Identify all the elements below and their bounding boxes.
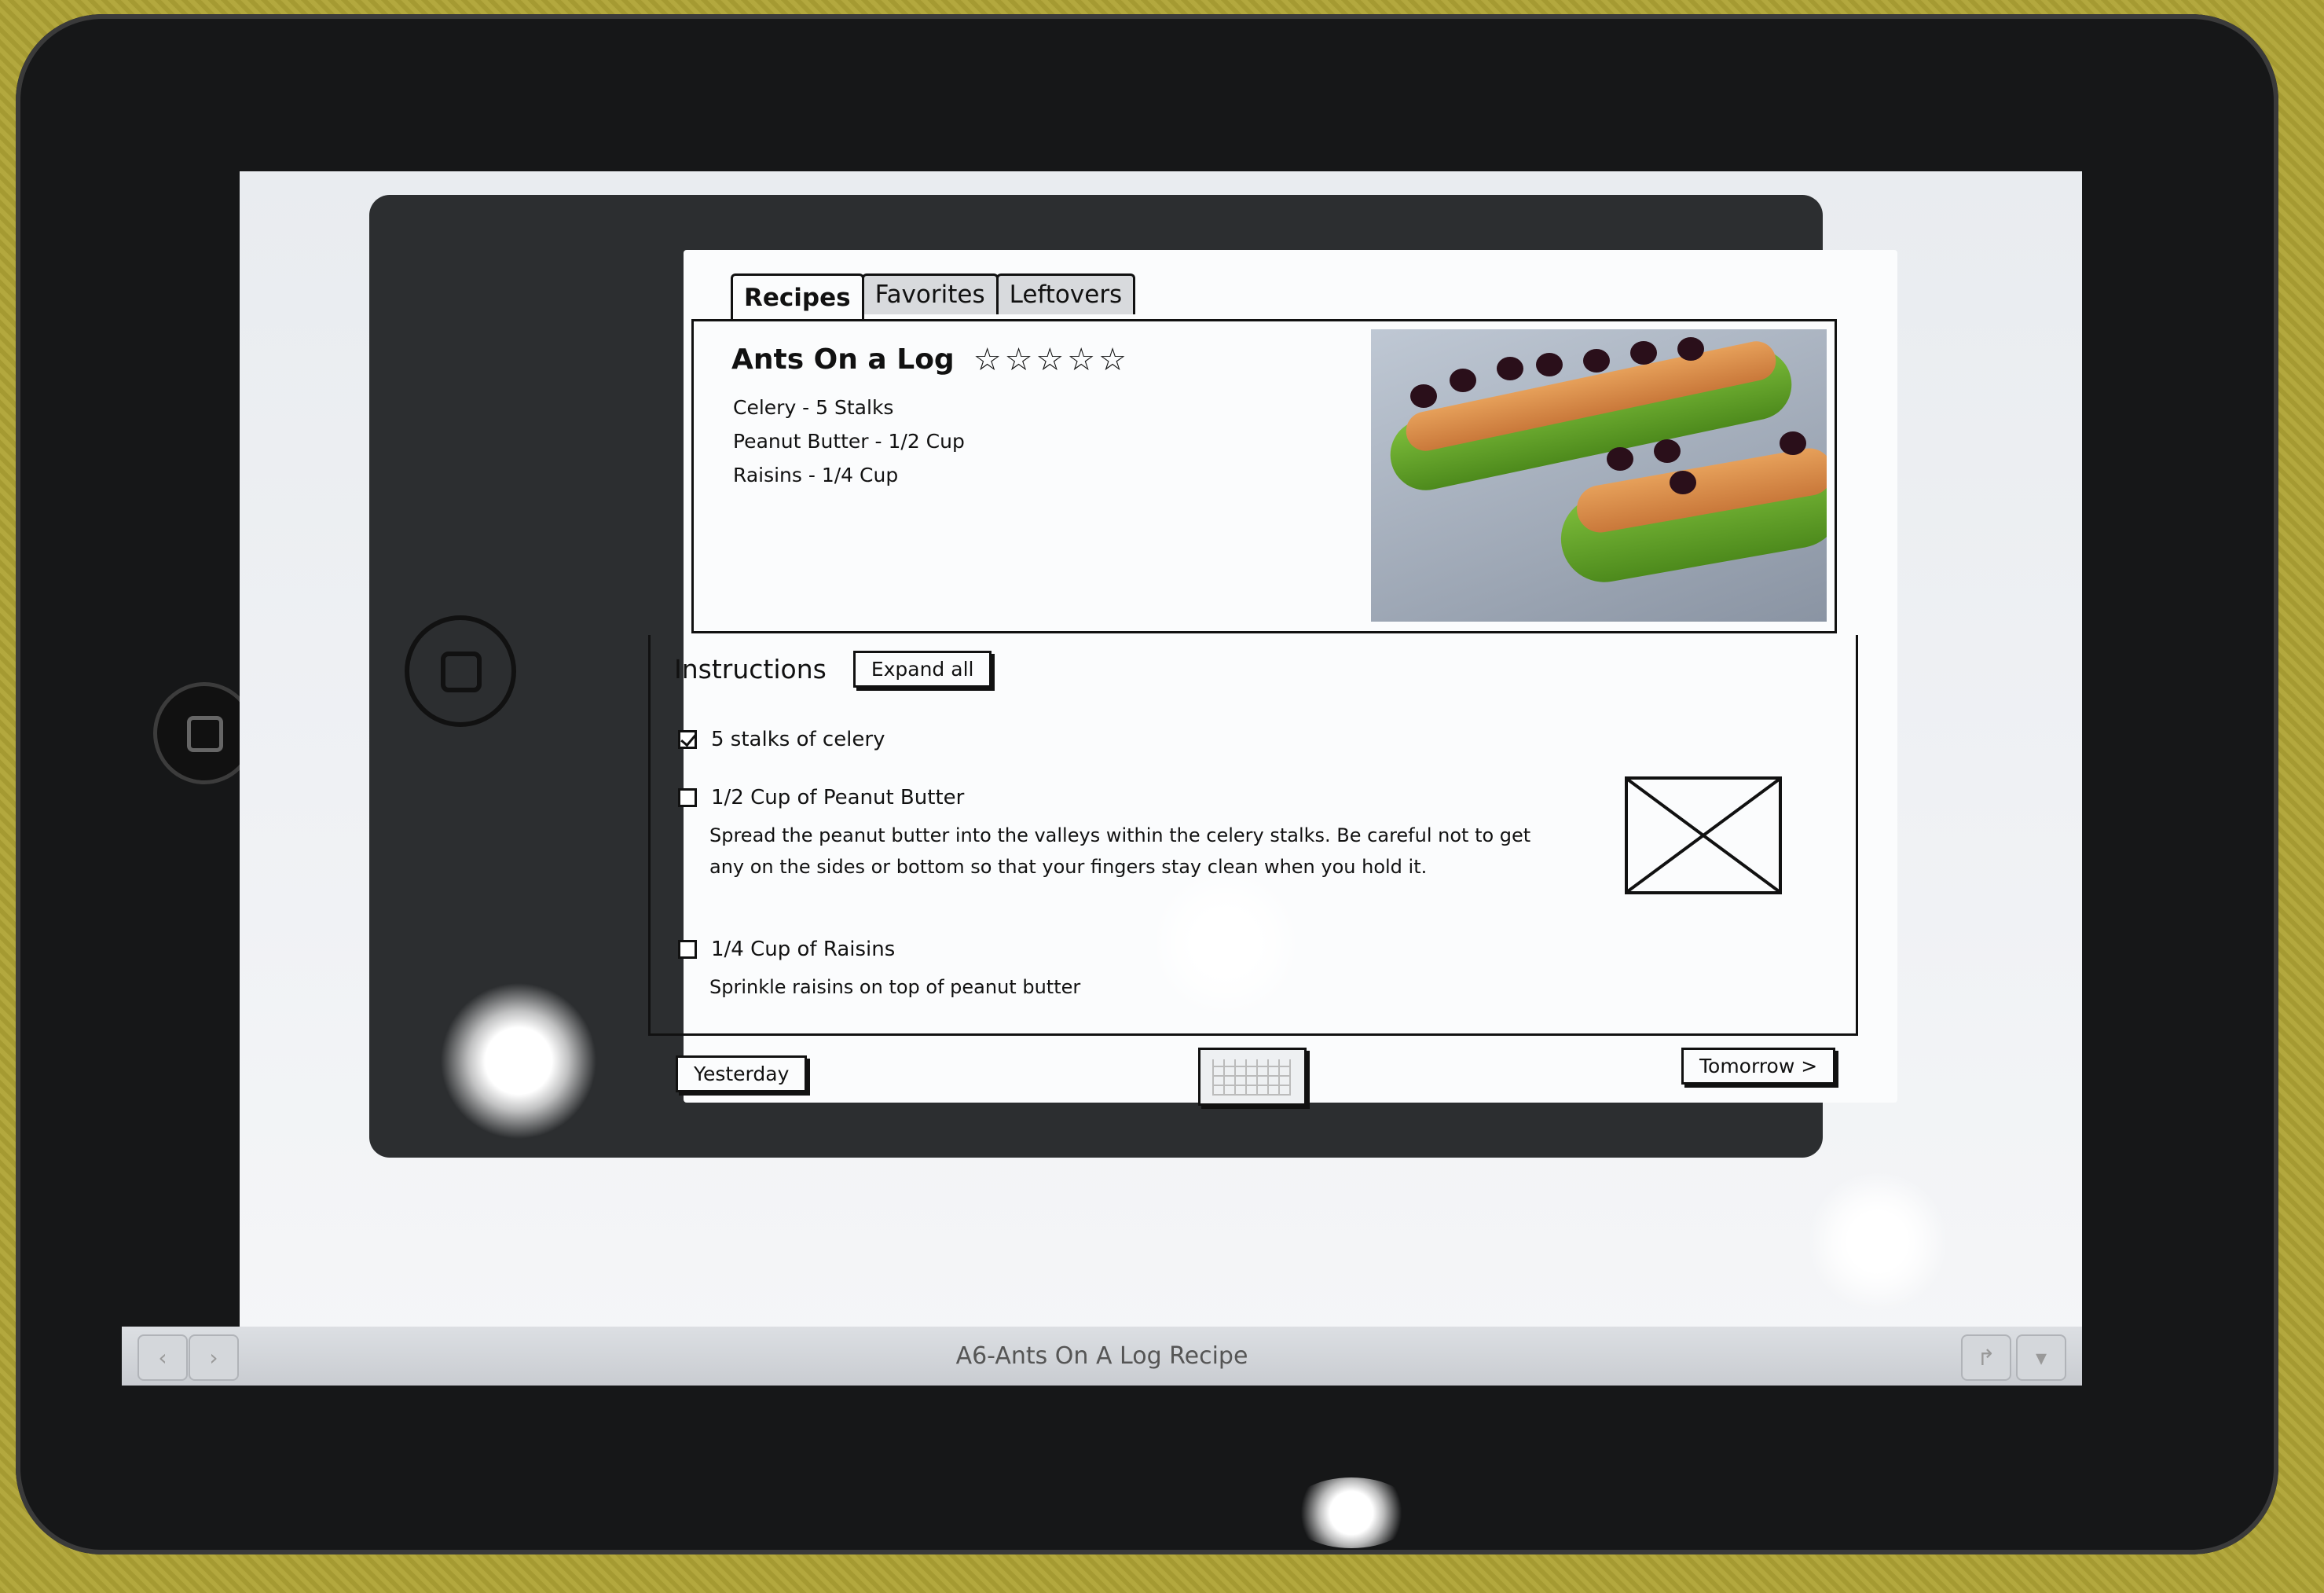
tab-favorites[interactable]: Favorites — [861, 273, 999, 314]
step-1: 5 stalks of celery — [678, 728, 885, 751]
ingredient-item: Raisins - 1/4 Cup — [733, 464, 899, 486]
calendar-icon — [1212, 1059, 1291, 1096]
recipe-panel: Ants On a Log ☆ ☆ ☆ ☆ ☆ Celery - 5 Stalk… — [691, 319, 1837, 633]
forward-arrow-icon[interactable]: › — [189, 1334, 239, 1381]
tablet-device: Recipes Favorites Leftovers Ants On a Lo… — [16, 14, 2278, 1554]
step-1-title: 5 stalks of celery — [711, 728, 885, 751]
star-icon[interactable]: ☆ — [1005, 344, 1033, 376]
instructions-header: Instructions Expand all — [674, 651, 992, 688]
home-square-icon — [187, 716, 223, 752]
step-3-checkbox[interactable] — [678, 940, 697, 959]
back-arrow-icon[interactable]: ‹ — [137, 1334, 188, 1381]
step-3: 1/4 Cup of Raisins — [678, 938, 895, 961]
share-icon[interactable]: ↱ — [1961, 1334, 2011, 1381]
step-2-checkbox[interactable] — [678, 788, 697, 807]
mockup-device-frame: Recipes Favorites Leftovers Ants On a Lo… — [369, 195, 1897, 1158]
ingredient-list: Celery - 5 Stalks Peanut Butter - 1/2 Cu… — [733, 396, 965, 497]
image-placeholder — [1625, 776, 1782, 894]
instructions-label: Instructions — [674, 654, 827, 685]
tab-recipes[interactable]: Recipes — [731, 273, 864, 321]
star-icon[interactable]: ☆ — [973, 344, 1002, 376]
presentation-title: A6-Ants On A Log Recipe — [955, 1342, 1248, 1370]
tablet-screen: Recipes Favorites Leftovers Ants On a Lo… — [122, 171, 2082, 1386]
tomorrow-button[interactable]: Tomorrow > — [1681, 1048, 1836, 1085]
step-2-title: 1/2 Cup of Peanut Butter — [711, 786, 965, 809]
screen-glare — [1288, 1477, 1414, 1548]
star-icon[interactable]: ☆ — [1098, 344, 1127, 376]
dropdown-icon[interactable]: ▾ — [2016, 1334, 2066, 1381]
ingredient-item: Peanut Butter - 1/2 Cup — [733, 430, 965, 453]
yesterday-button[interactable]: Yesterday — [676, 1055, 808, 1092]
step-3-title: 1/4 Cup of Raisins — [711, 938, 896, 961]
mockup-home-icon — [405, 615, 516, 727]
rating-stars[interactable]: ☆ ☆ ☆ ☆ ☆ — [973, 344, 1130, 376]
bottom-toolbar: ‹ › A6-Ants On A Log Recipe ↱ ▾ — [122, 1327, 2082, 1386]
screen-glare — [1147, 872, 1304, 1014]
star-icon[interactable]: ☆ — [1067, 344, 1095, 376]
recipe-title: Ants On a Log — [731, 343, 955, 376]
star-icon[interactable]: ☆ — [1036, 344, 1064, 376]
recipe-header: Ants On a Log ☆ ☆ ☆ ☆ ☆ — [731, 343, 1130, 376]
tab-leftovers[interactable]: Leftovers — [995, 273, 1136, 314]
recipe-photo — [1371, 329, 1827, 622]
screen-glare — [1807, 1171, 1948, 1312]
step-1-checkbox[interactable] — [678, 730, 697, 749]
calendar-button[interactable] — [1198, 1048, 1307, 1106]
expand-all-button[interactable]: Expand all — [852, 651, 992, 688]
placeholder-x-icon — [1626, 778, 1780, 893]
tab-bar: Recipes Favorites Leftovers — [731, 273, 1136, 321]
ingredient-item: Celery - 5 Stalks — [733, 396, 894, 419]
screen-glare — [440, 982, 597, 1140]
step-2: 1/2 Cup of Peanut Butter — [678, 786, 964, 809]
step-2-description: Spread the peanut butter into the valley… — [709, 824, 1531, 878]
step-3-description: Sprinkle raisins on top of peanut butter — [709, 976, 1081, 998]
